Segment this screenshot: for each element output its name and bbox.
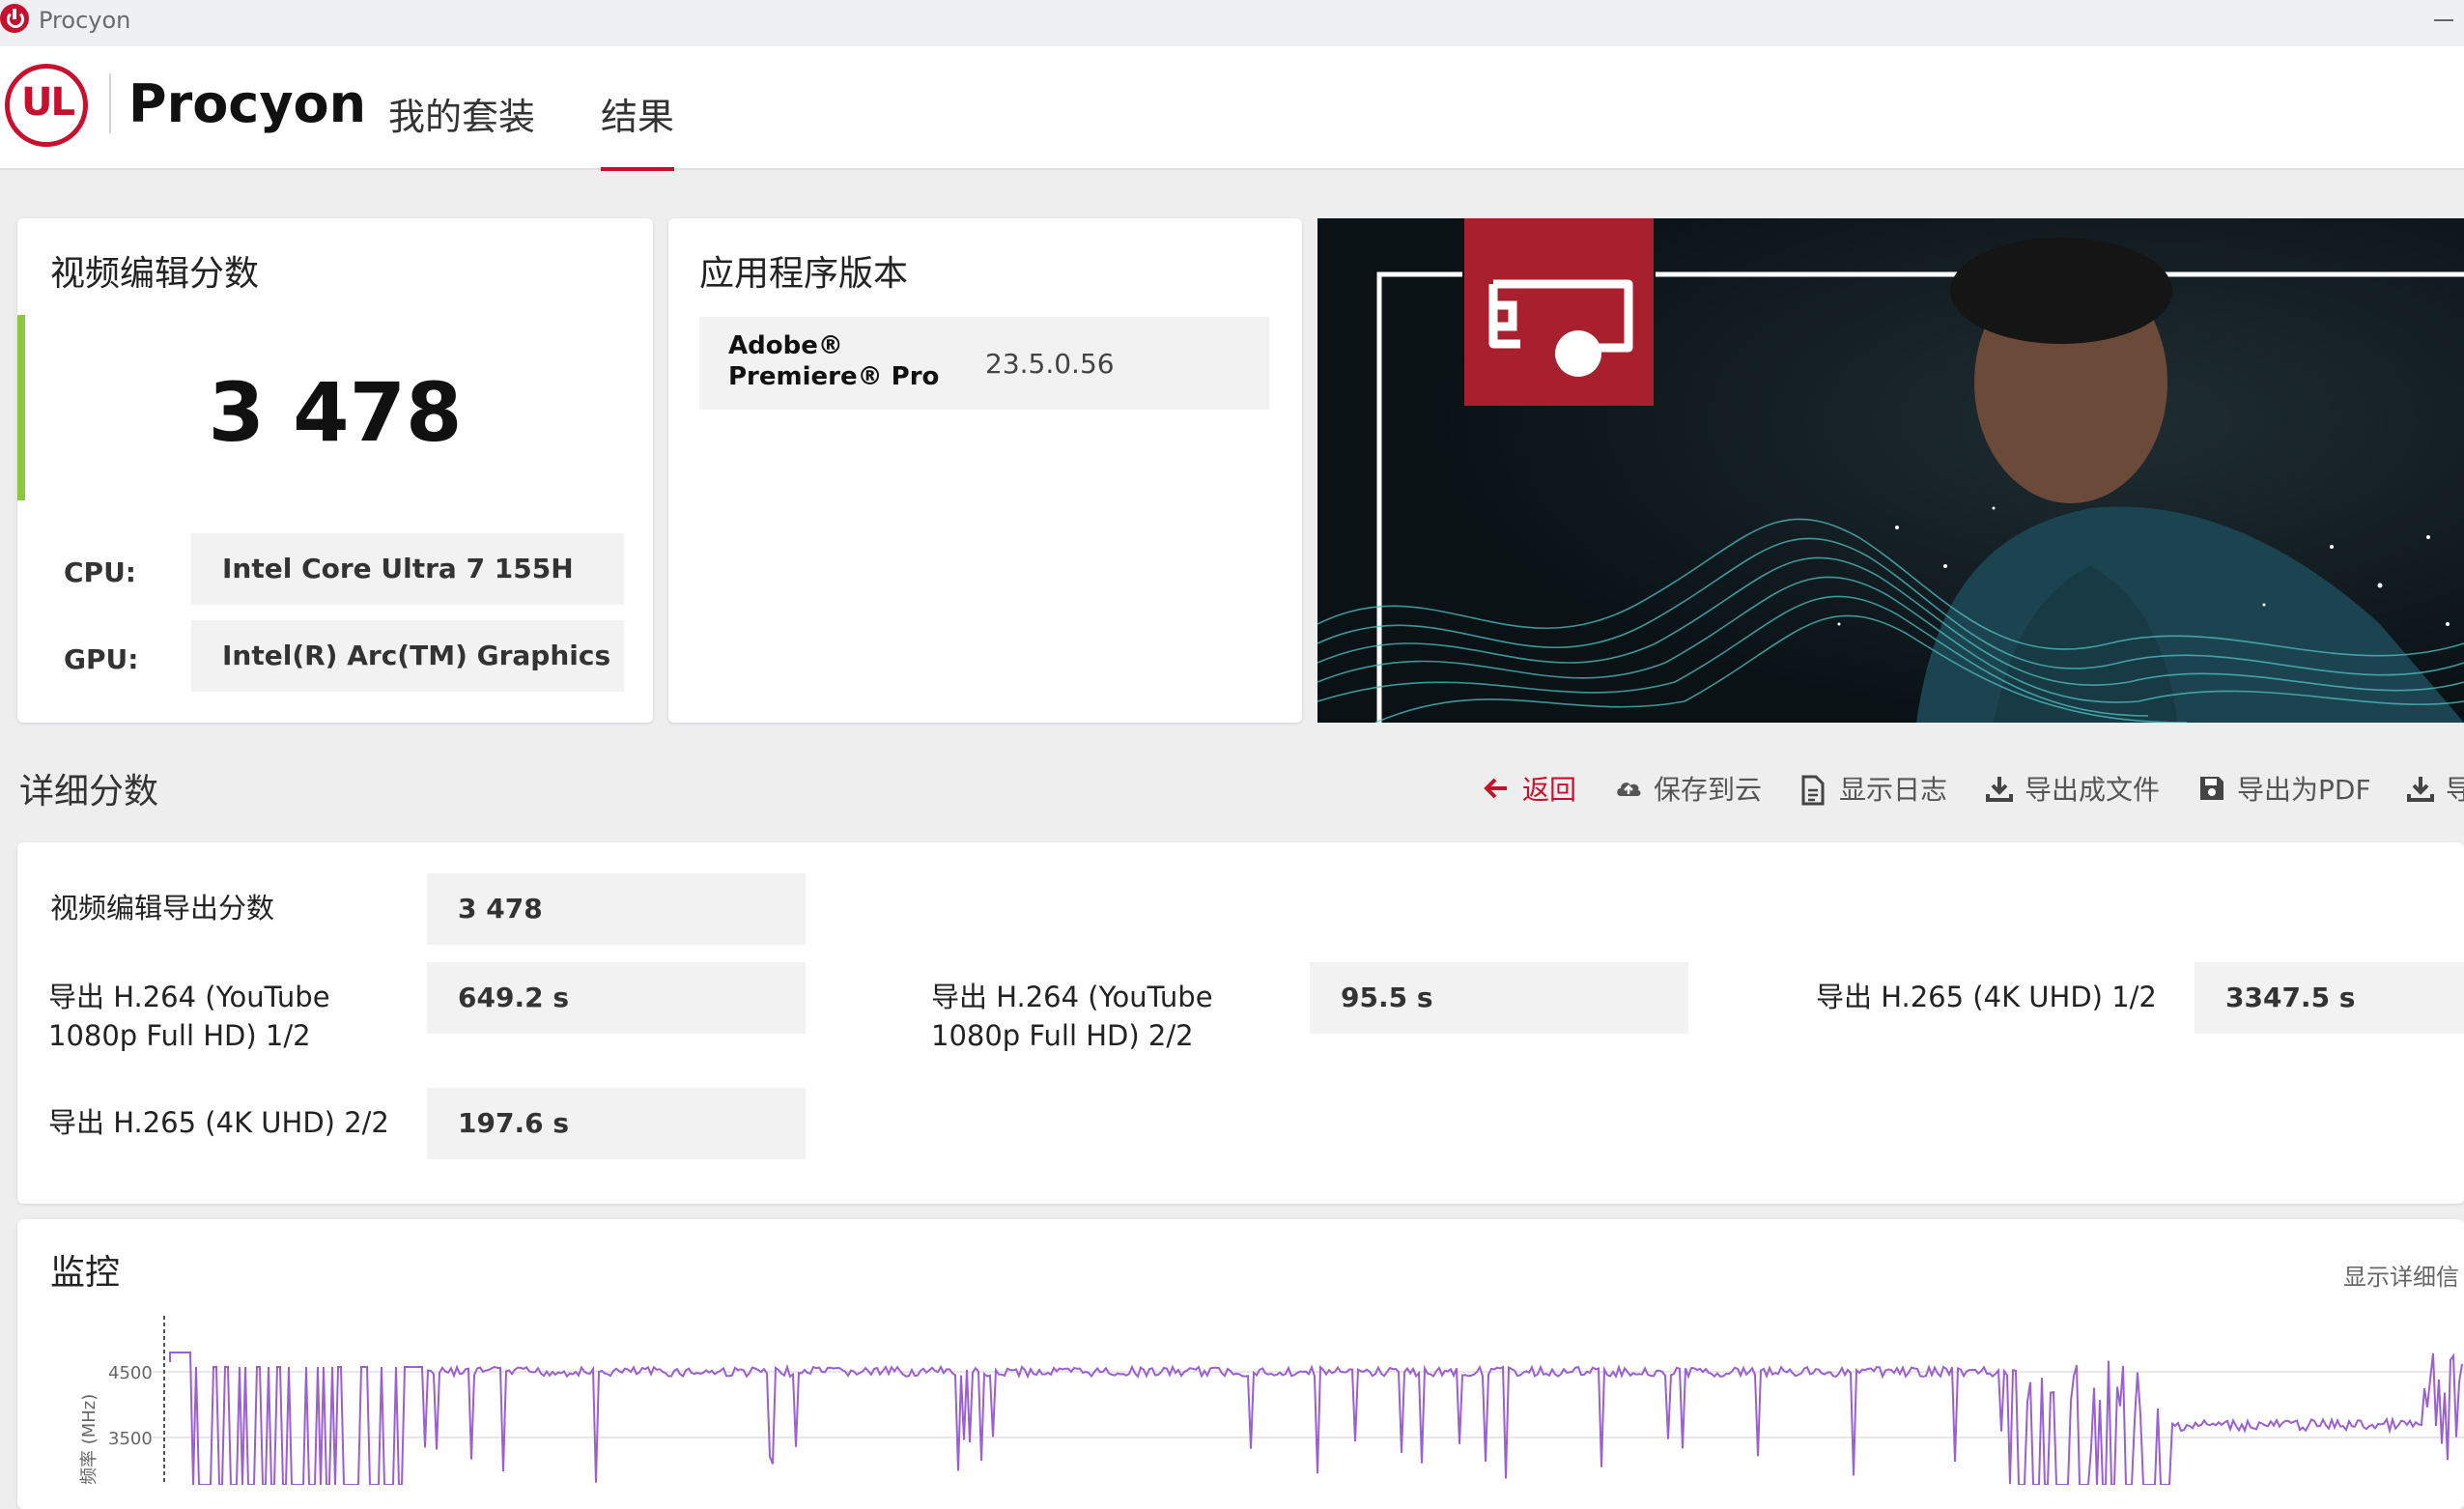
- arrow-left-icon: [1484, 775, 1509, 802]
- app-version-title: 应用程序版本: [699, 254, 909, 294]
- y-axis-label: 频率 (MHz): [79, 1394, 99, 1485]
- ul-logo: UL: [5, 64, 88, 147]
- detail-scores-card: 视频编辑导出分数 3 478 导出 H.264 (YouTube 1080p F…: [17, 842, 2464, 1204]
- detail-item-value: 3347.5 s: [2195, 962, 2464, 1034]
- show-details-link[interactable]: 显示详细信: [2343, 1258, 2459, 1292]
- gpu-value: Intel(R) Arc(TM) Graphics: [191, 620, 624, 692]
- frequency-chart: 4500 3500 频率 (MHz): [17, 1295, 2464, 1486]
- detail-item-label: 导出 H.264 (YouTube 1080p Full HD) 2/2: [931, 981, 1213, 1052]
- app-name: Adobe® Premiere® Pro: [728, 331, 940, 391]
- cpu-label: CPU:: [64, 556, 137, 588]
- window-title: Procyon: [39, 7, 131, 34]
- export-more-button[interactable]: 导: [2407, 769, 2464, 808]
- product-name: Procyon: [128, 73, 367, 134]
- y-tick-4500: 4500: [108, 1363, 153, 1383]
- save-to-cloud-button[interactable]: 保存到云: [1615, 769, 1762, 808]
- download-icon: [1986, 775, 2013, 802]
- detail-item-value: 197.6 s: [427, 1088, 806, 1159]
- app-version-value: 23.5.0.56: [985, 348, 1115, 380]
- score-card-title: 视频编辑分数: [50, 254, 260, 294]
- cpu-value: Intel Core Ultra 7 155H: [191, 533, 624, 605]
- main-score-value: 3 478: [427, 873, 806, 945]
- procyon-app-icon: [0, 4, 29, 33]
- window-titlebar: Procyon: [0, 0, 2464, 46]
- score-card: 视频编辑分数 3 478 CPU: Intel Core Ultra 7 155…: [17, 218, 653, 723]
- logo-divider: [109, 73, 111, 133]
- export-pdf-button[interactable]: 导出为PDF: [2198, 769, 2371, 808]
- minimize-button[interactable]: [2434, 8, 2457, 31]
- detail-item-label: 导出 H.265 (4K UHD) 2/2: [48, 1106, 389, 1139]
- app-version-row: Adobe® Premiere® Pro 23.5.0.56: [699, 317, 1269, 410]
- benchmark-banner-image: [1317, 218, 2464, 723]
- main-score-label: 视频编辑导出分数: [50, 892, 275, 925]
- tab-results[interactable]: 结果: [601, 87, 675, 171]
- detail-item-value: 649.2 s: [427, 962, 806, 1034]
- export-file-button[interactable]: 导出成文件: [1986, 769, 2160, 808]
- app-header: UL Procyon 我的套装 结果: [0, 46, 2464, 171]
- save-disk-icon: [2198, 775, 2223, 802]
- detail-item-label: 导出 H.265 (4K UHD) 1/2: [1816, 981, 2157, 1013]
- detail-scores-title: 详细分数: [19, 772, 159, 811]
- app-version-card: 应用程序版本 Adobe® Premiere® Pro 23.5.0.56: [668, 218, 1302, 723]
- cloud-upload-icon: [1615, 775, 1641, 802]
- show-log-button[interactable]: 显示日志: [1800, 769, 1947, 808]
- back-button[interactable]: 返回: [1484, 769, 1576, 808]
- document-icon: [1800, 775, 1826, 806]
- overall-score: 3 478: [208, 365, 463, 460]
- y-tick-3500: 3500: [108, 1429, 153, 1449]
- monitoring-title: 监控: [50, 1253, 121, 1293]
- tab-my-suites[interactable]: 我的套装: [388, 87, 535, 140]
- detail-item-value: 95.5 s: [1310, 962, 1688, 1034]
- gpu-label: GPU:: [64, 643, 139, 675]
- detail-item-label: 导出 H.264 (YouTube 1080p Full HD) 1/2: [48, 981, 330, 1052]
- download-icon: [2407, 775, 2434, 802]
